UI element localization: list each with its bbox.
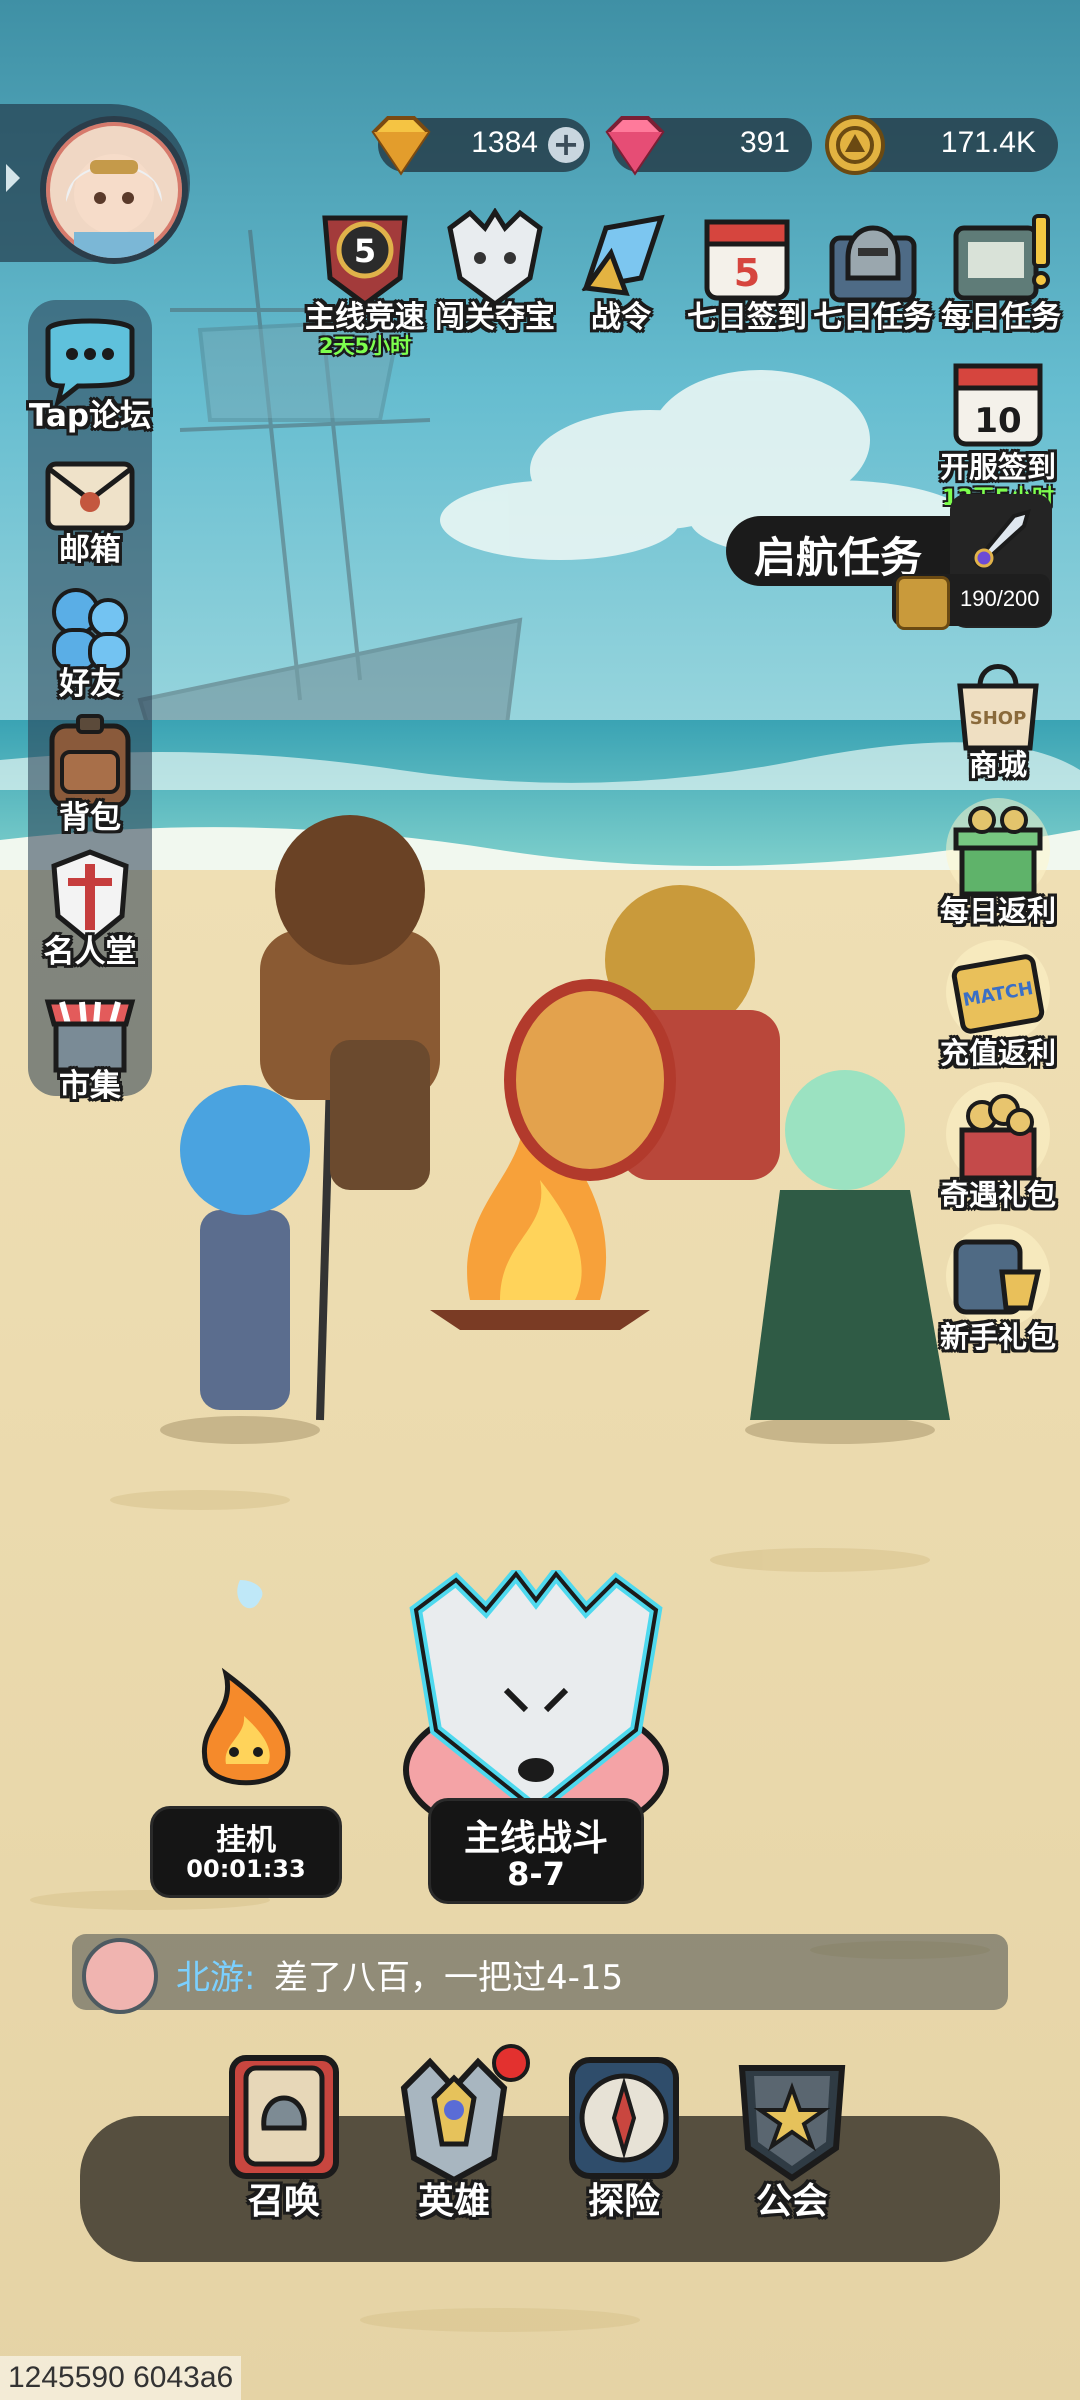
main-battle-label: 主线战斗: [463, 1818, 608, 1859]
event-main-race[interactable]: 5 主线竞速 2天5小时: [305, 208, 425, 358]
currency-coin: 171.4K: [825, 115, 1058, 175]
sidebar-item-forum[interactable]: Tap论坛: [28, 310, 152, 440]
adventure-pack-label: 奇遇礼包: [939, 1178, 1056, 1212]
nav-guild-label: 公会: [755, 2181, 828, 2222]
crystal-sword-icon: [973, 509, 1031, 569]
novice-pack-label: 新手礼包: [939, 1320, 1056, 1354]
novice-pack[interactable]: 新手礼包: [932, 1222, 1064, 1362]
pink-gem-icon: [605, 116, 665, 176]
sidebar-item-mail[interactable]: 邮箱: [28, 444, 152, 574]
sidebar-item-backpack-label: 背包: [59, 800, 121, 836]
currency-gem: 391: [605, 116, 812, 176]
idle-fire-icon[interactable]: [186, 1664, 306, 1794]
event-server-signin[interactable]: 10 开服签到 13天5小时: [932, 352, 1064, 511]
chat-message: 差了八百，一把过4-15: [274, 1958, 624, 1998]
shop[interactable]: SHOP 商城: [932, 650, 1064, 790]
main-battle-button[interactable]: 主线战斗 8-7: [428, 1798, 644, 1904]
idle-label: 挂机: [216, 1823, 276, 1858]
voyage-chest-icon: [896, 576, 950, 630]
nav-explore-label: 探险: [587, 2181, 660, 2222]
sidebar-item-friends-label: 好友: [59, 666, 121, 702]
guild-star-icon: [738, 2065, 846, 2182]
player-avatar[interactable]: [40, 116, 188, 264]
event-seven-day-signin[interactable]: 5 七日签到: [687, 208, 807, 358]
svg-text:5: 5: [354, 232, 376, 270]
nav-summon-label: 召唤: [247, 2181, 320, 2222]
recharge-rebate[interactable]: MATCH 充值返利: [932, 938, 1064, 1078]
voyage-task-progress-text: 190/200: [960, 586, 1040, 611]
chat-avatar: [82, 1938, 158, 2014]
event-seven-day-task[interactable]: 七日任务: [813, 208, 933, 358]
diamond-count: 1384: [471, 126, 538, 159]
nav-guild[interactable]: 公会: [722, 2048, 862, 2228]
chat-bar[interactable]: 北游: 差了八百，一把过4-15: [72, 1934, 1008, 2014]
main-battle-stage: 8-7: [507, 1855, 565, 1893]
chat-sender: 北游:: [176, 1958, 256, 1998]
nav-heroes[interactable]: 英雄: [384, 2044, 530, 2228]
add-diamond-button[interactable]: +: [548, 127, 584, 163]
sidebar-item-market[interactable]: 市集: [28, 980, 152, 1110]
daily-rebate-label: 每日返利: [939, 894, 1056, 928]
nav-heroes-label: 英雄: [417, 2181, 490, 2222]
recharge-rebate-label: 充值返利: [939, 1036, 1056, 1070]
event-daily-task-label: 每日任务: [941, 300, 1061, 335]
currency-diamond: 1384 +: [371, 116, 590, 176]
idle-timer: 00:01:33: [186, 1855, 306, 1883]
event-daily-task[interactable]: 每日任务: [941, 208, 1061, 358]
sidebar-item-backpack[interactable]: 背包: [28, 712, 152, 842]
coin-count: 171.4K: [940, 126, 1036, 159]
daily-rebate[interactable]: 每日返利: [932, 796, 1064, 936]
svg-text:SHOP: SHOP: [970, 708, 1027, 729]
voyage-task-progress: 190/200: [892, 574, 1050, 630]
svg-text:5: 5: [734, 251, 760, 295]
svg-text:10: 10: [974, 401, 1021, 441]
nav-summon[interactable]: 召唤: [214, 2048, 354, 2228]
nav-heroes-notification-dot: [492, 2044, 530, 2082]
adventure-pack[interactable]: 奇遇礼包: [932, 1080, 1064, 1220]
sidebar-item-hall-of-fame[interactable]: 名人堂: [28, 846, 152, 976]
idle-button[interactable]: 挂机 00:01:33: [150, 1806, 342, 1898]
summon-icon: [229, 2055, 339, 2179]
sidebar-item-hall-of-fame-label: 名人堂: [43, 934, 137, 970]
sidebar-item-forum-label: Tap论坛: [28, 398, 152, 434]
explore-compass-icon: [569, 2057, 679, 2179]
sidebar-item-mail-label: 邮箱: [59, 532, 121, 568]
sidebar-item-friends[interactable]: 好友: [28, 578, 152, 708]
event-treasure-hunt[interactable]: 闯关夺宝: [435, 208, 555, 358]
event-battle-pass[interactable]: 战令: [562, 208, 680, 358]
nav-explore[interactable]: 探险: [554, 2048, 694, 2228]
gem-count: 391: [739, 126, 790, 159]
main-battle-wolf-emblem-icon[interactable]: [396, 1570, 676, 1830]
debug-watermark: 1245590 6043a6: [0, 2356, 242, 2400]
shop-label: 商城: [968, 748, 1027, 782]
avatar-portrait-icon: [66, 154, 162, 258]
gold-diamond-icon: [371, 116, 431, 176]
sidebar-item-market-label: 市集: [59, 1068, 121, 1104]
side-expand-arrow-icon[interactable]: [6, 164, 20, 192]
gold-coin-icon: [825, 115, 885, 175]
